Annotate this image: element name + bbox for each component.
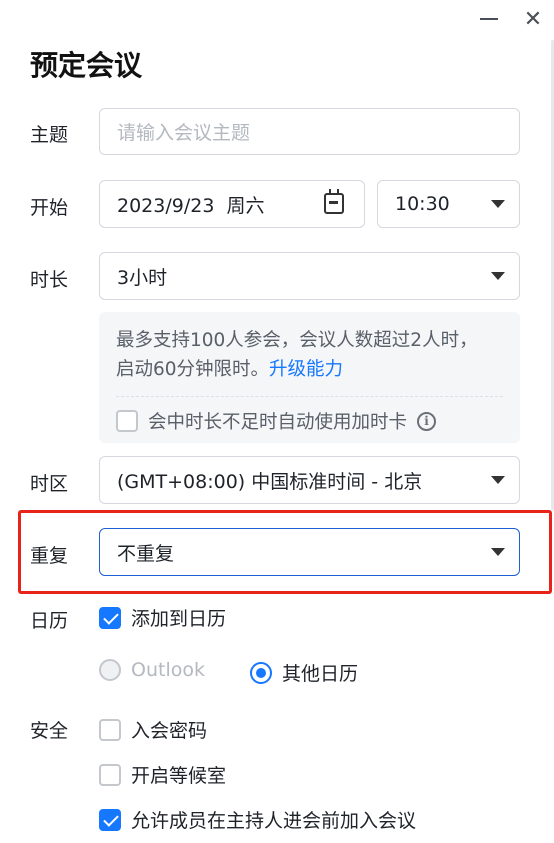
chevron-down-icon [491,548,505,556]
calendar-option-outlook[interactable]: Outlook [99,659,205,681]
duration-value: 3小时 [117,266,168,289]
timezone-select[interactable]: (GMT+08:00) 中国标准时间 - 北京 [99,456,520,504]
chevron-down-icon [491,272,505,280]
dialog-title: 预定会议 [30,49,143,82]
calendar-icon[interactable] [324,189,344,214]
calendar-label: 日历 [30,610,69,632]
join-before-host-checkbox[interactable] [99,808,121,831]
add-to-calendar-option[interactable]: 添加到日历 [99,604,226,631]
minimize-button[interactable] [476,6,502,32]
upgrade-link[interactable]: 升级能力 [269,359,343,380]
duration-label: 时长 [30,269,69,291]
other-calendar-radio[interactable] [250,661,272,684]
repeat-value: 不重复 [117,542,175,565]
timezone-value: (GMT+08:00) 中国标准时间 - 北京 [117,470,423,493]
outlook-label: Outlook [131,659,205,681]
notice-divider [116,396,503,397]
security-label: 安全 [30,720,69,742]
repeat-select[interactable]: 不重复 [99,528,520,576]
notice-text: 最多支持100人参会，会议人数超过2人时，启动60分钟限时。升级能力 [116,326,496,384]
duration-notice: 最多支持100人参会，会议人数超过2人时，启动60分钟限时。升级能力 会中时长不… [99,312,520,443]
time-value: 10:30 [395,193,450,215]
subject-input[interactable]: 请输入会议主题 [99,108,520,155]
subject-placeholder: 请输入会议主题 [117,122,251,144]
waiting-room-checkbox[interactable] [99,763,121,786]
auto-extend-checkbox[interactable] [116,410,138,432]
outlook-radio[interactable] [99,659,121,681]
date-value: 2023/9/23 周六 [117,194,265,217]
password-checkbox[interactable] [99,718,121,741]
chevron-down-icon [491,476,505,484]
security-option-waiting-room[interactable]: 开启等候室 [99,761,226,788]
info-icon[interactable]: i [417,411,437,431]
duration-select[interactable]: 3小时 [99,252,520,300]
date-picker[interactable]: 2023/9/23 周六 [99,180,365,228]
close-button[interactable]: ✕ [520,6,546,32]
close-icon: ✕ [523,6,543,32]
password-label: 入会密码 [131,720,208,742]
calendar-option-other[interactable]: 其他日历 [250,659,358,686]
auto-extend-label: 会中时长不足时自动使用加时卡 [148,412,408,433]
other-calendar-label: 其他日历 [282,663,359,685]
chevron-down-icon [491,200,505,208]
security-option-join-before-host[interactable]: 允许成员在主持人进会前加入会议 [99,806,416,833]
repeat-label: 重复 [30,545,69,567]
start-label: 开始 [30,197,69,219]
time-select[interactable]: 10:30 [377,180,520,228]
security-option-password[interactable]: 入会密码 [99,716,207,743]
add-to-calendar-checkbox[interactable] [99,606,121,629]
add-to-calendar-label: 添加到日历 [131,608,227,630]
auto-extend-option[interactable]: 会中时长不足时自动使用加时卡 i [116,408,437,434]
timezone-label: 时区 [30,473,69,495]
join-before-host-label: 允许成员在主持人进会前加入会议 [131,810,417,832]
waiting-room-label: 开启等候室 [131,765,227,787]
subject-label: 主题 [30,124,69,146]
